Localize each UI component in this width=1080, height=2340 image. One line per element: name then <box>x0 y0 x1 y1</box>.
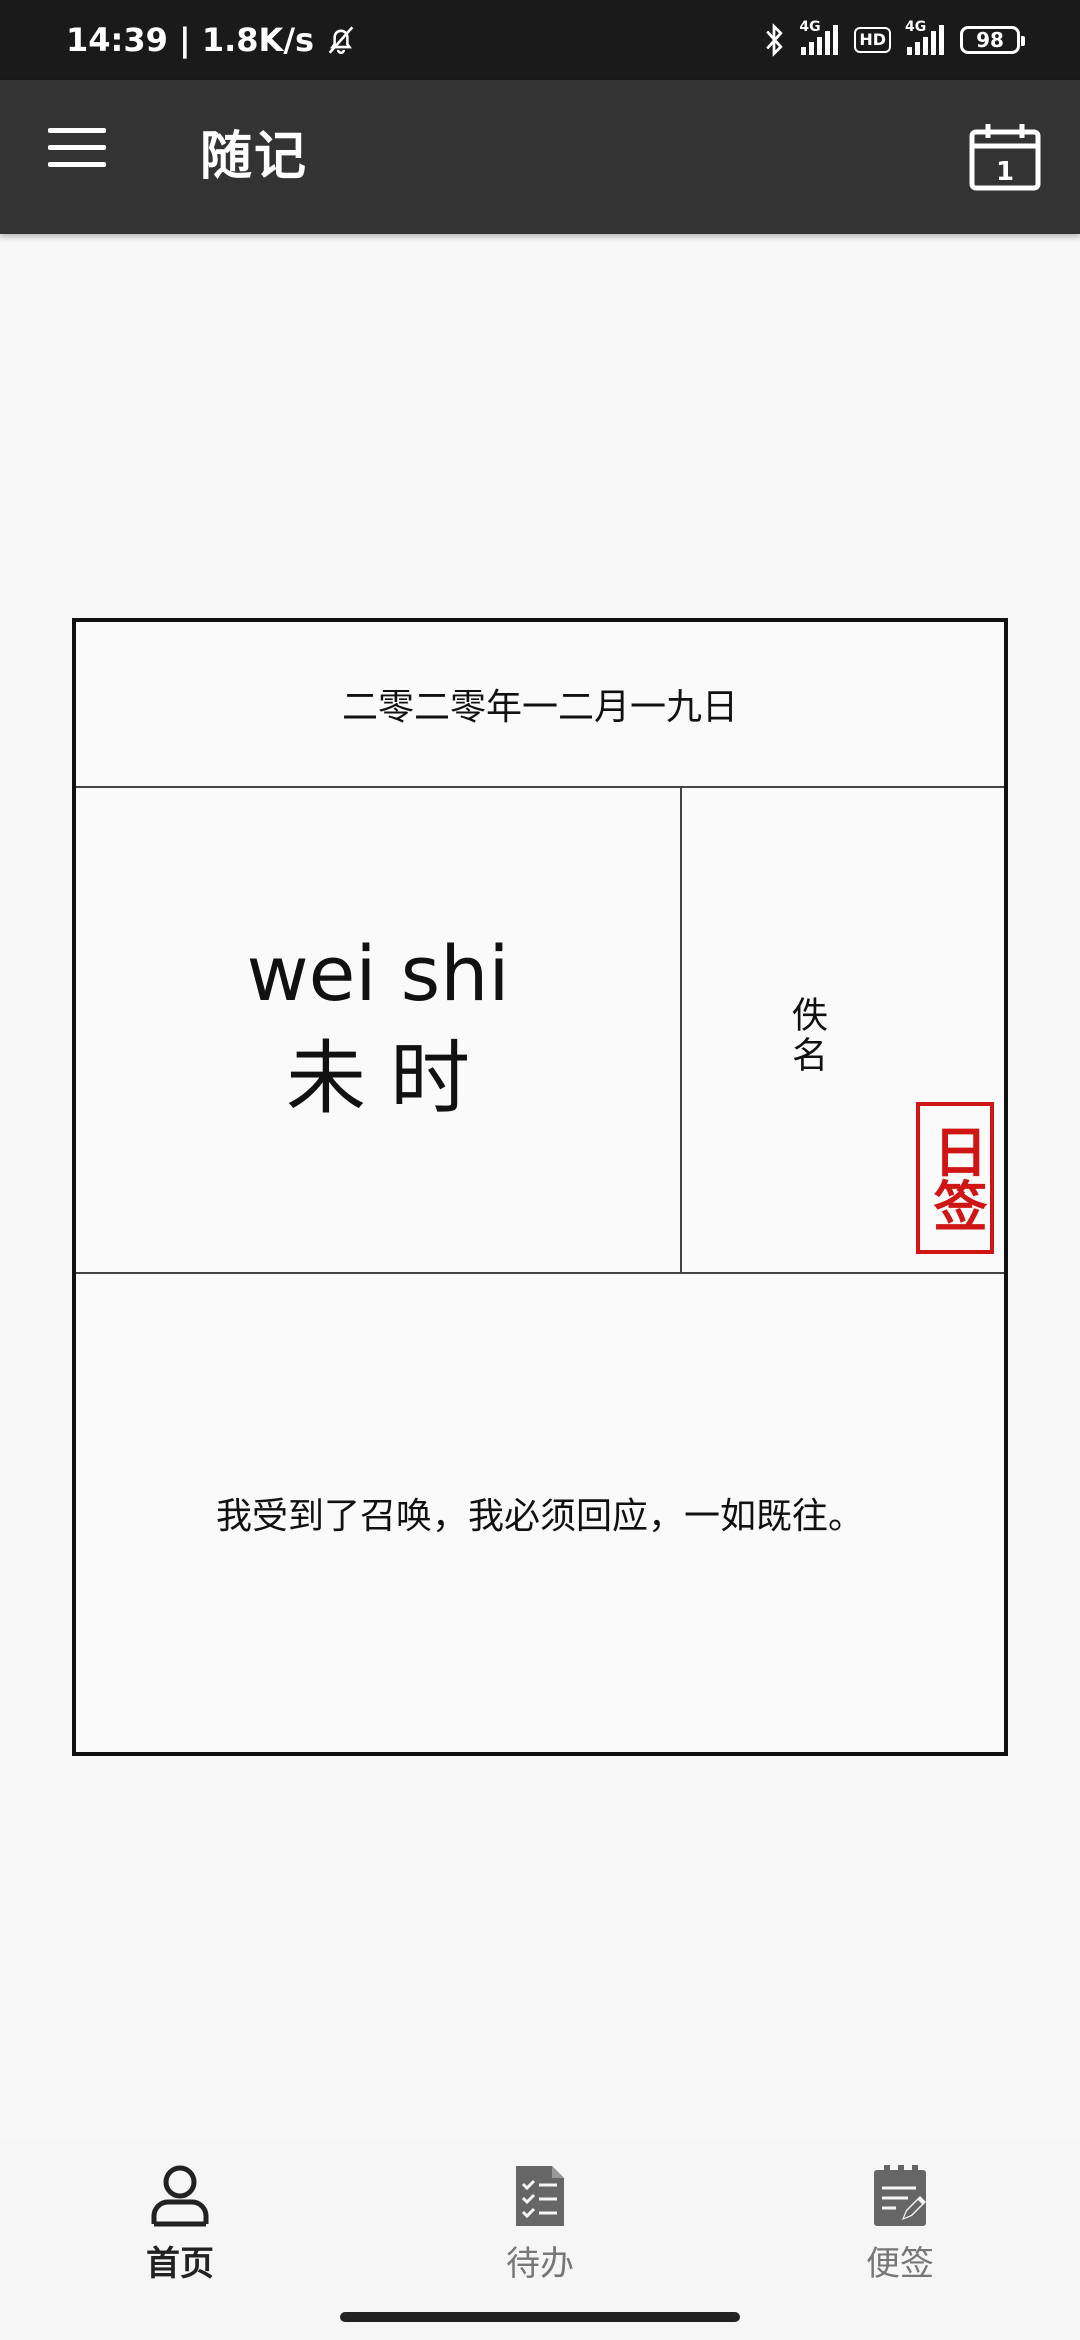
date-text: 二零二零年一二月一九日 <box>341 687 738 728</box>
hour-name: 未时 <box>286 1032 494 1125</box>
checklist-icon <box>516 2166 564 2226</box>
home-indicator[interactable] <box>340 2312 740 2322</box>
app-bar: 随记 1 <box>0 80 1080 234</box>
sim2-label: 4G <box>905 19 927 35</box>
menu-icon <box>48 128 106 167</box>
nav-label-notes: 便签 <box>866 2244 934 2284</box>
quote-text: 我受到了召唤，我必须回应，一如既往。 <box>215 1496 864 1537</box>
calendar-day: 1 <box>996 157 1014 187</box>
status-left: 14:39 | 1.8K/s <box>66 0 358 80</box>
battery-icon: 98 <box>960 26 1025 54</box>
nav-label-todo: 待办 <box>506 2244 574 2284</box>
sim1-label: 4G <box>799 19 821 35</box>
bluetooth-icon <box>766 23 783 57</box>
quote-panel: 我受到了召唤，我必须回应，一如既往。 <box>76 1274 1004 1752</box>
author-panel: 佚名 日签 <box>682 786 1004 1272</box>
daily-card: 二零二零年一二月一九日 wei shi 未时 佚名 日签 我受到了召唤，我必须回… <box>72 618 1008 1756</box>
hd-badge: HD <box>854 27 891 53</box>
page-title: 随记 <box>200 127 309 187</box>
status-time: 14:39 | 1.8K/s <box>66 21 315 59</box>
status-bar: 14:39 | 1.8K/s 4G HD 4G 98 <box>0 0 1080 80</box>
author-name: 佚名 <box>786 996 827 1076</box>
calendar-icon: 1 <box>969 124 1041 191</box>
seal-text: 日签 <box>924 1124 987 1232</box>
person-icon <box>151 2165 209 2227</box>
signal-icon-2: 4G <box>905 19 944 55</box>
status-right: 4G HD 4G 98 <box>763 0 1025 80</box>
menu-button[interactable] <box>48 128 106 178</box>
signal-icon: 4G <box>799 19 839 55</box>
card-date: 二零二零年一二月一九日 <box>76 622 1004 788</box>
time-panel: wei shi 未时 <box>76 786 682 1272</box>
battery-level: 98 <box>976 28 1004 52</box>
seal-stamp: 日签 <box>916 1102 994 1254</box>
calendar-button[interactable]: 1 <box>968 122 1042 192</box>
nav-item-notes[interactable]: 便签 <box>800 2162 1000 2292</box>
nav-label-home: 首页 <box>146 2244 214 2284</box>
hour-pinyin: wei shi <box>246 929 510 1018</box>
nav-item-home[interactable]: 首页 <box>80 2162 280 2292</box>
bottom-nav: 首页 待办 便签 <box>0 2140 1080 2340</box>
note-edit-icon <box>874 2165 926 2226</box>
nav-item-todo[interactable]: 待办 <box>440 2162 640 2292</box>
bell-off-icon <box>328 26 354 54</box>
